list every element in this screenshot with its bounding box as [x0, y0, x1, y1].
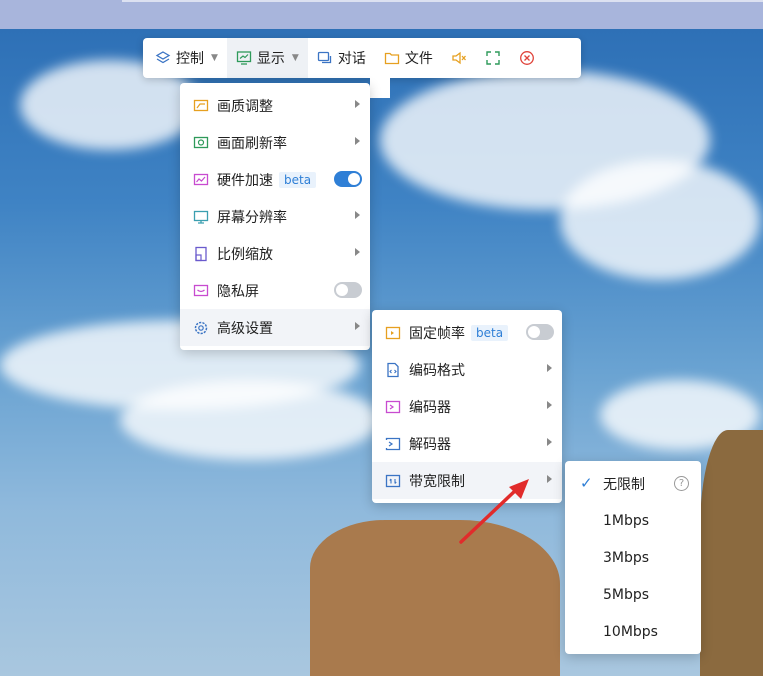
hardware-accel-toggle[interactable]: [334, 171, 362, 187]
chevron-right-icon: [355, 322, 360, 330]
menu-item-fixed-framerate[interactable]: 固定帧率 beta: [372, 314, 562, 351]
chevron-right-icon: [547, 475, 552, 483]
chevron-right-icon: [547, 401, 552, 409]
fixed-framerate-toggle[interactable]: [526, 324, 554, 340]
fullscreen-icon: [485, 50, 501, 66]
menu-item-hardware-accel[interactable]: 硬件加速 beta: [180, 161, 370, 198]
resolution-icon: [193, 209, 209, 225]
picture-quality-icon: [193, 98, 209, 114]
menu-item-encode-format[interactable]: 编码格式: [372, 351, 562, 388]
display-menu-button[interactable]: 显示 ▼: [226, 38, 308, 78]
menu-item-decoder[interactable]: 解码器: [372, 425, 562, 462]
toolbar-connector: [370, 78, 390, 98]
bandwidth-option-1mbps[interactable]: 1Mbps: [565, 502, 701, 539]
chevron-right-icon: [355, 211, 360, 219]
fullscreen-button[interactable]: [476, 38, 510, 78]
fixed-framerate-icon: [385, 325, 401, 341]
annotation-arrow-icon: [459, 479, 529, 544]
layers-icon: [155, 50, 171, 66]
bandwidth-option-10mbps[interactable]: 10Mbps: [565, 613, 701, 650]
encode-format-icon: [385, 362, 401, 378]
remote-toolbar: 控制 ▼ 显示 ▼ 对话 文件: [143, 38, 581, 78]
chat-icon: [317, 50, 333, 66]
control-menu-button[interactable]: 控制 ▼: [143, 38, 227, 78]
beta-badge: beta: [471, 324, 509, 341]
menu-item-resolution[interactable]: 屏幕分辨率: [180, 198, 370, 235]
folder-icon: [384, 50, 400, 66]
decoder-icon: [385, 436, 401, 452]
display-menu: 画质调整 画面刷新率 硬件加速 beta 屏幕分辨率 比例缩放 隐私屏 高级设置: [180, 83, 370, 350]
privacy-screen-icon: [193, 283, 209, 299]
menu-item-privacy-screen[interactable]: 隐私屏: [180, 272, 370, 309]
menu-item-advanced-settings[interactable]: 高级设置: [180, 309, 370, 346]
file-button[interactable]: 文件: [375, 38, 442, 78]
help-icon[interactable]: ?: [674, 476, 689, 491]
menu-item-scale[interactable]: 比例缩放: [180, 235, 370, 272]
menu-item-picture-quality[interactable]: 画质调整: [180, 87, 370, 124]
bandwidth-option-3mbps[interactable]: 3Mbps: [565, 539, 701, 576]
scale-icon: [193, 246, 209, 262]
checkmark-icon: ✓: [580, 474, 593, 492]
chevron-right-icon: [355, 100, 360, 108]
privacy-screen-toggle[interactable]: [334, 282, 362, 298]
menu-item-encoder[interactable]: 编码器: [372, 388, 562, 425]
chevron-right-icon: [355, 137, 360, 145]
encoder-icon: [385, 399, 401, 415]
chevron-right-icon: [547, 438, 552, 446]
settings-gear-icon: [193, 320, 209, 336]
bandwidth-menu: ✓ 无限制 ? 1Mbps 3Mbps 5Mbps 10Mbps: [565, 461, 701, 654]
menu-item-refresh-rate[interactable]: 画面刷新率: [180, 124, 370, 161]
bandwidth-option-unlimited[interactable]: ✓ 无限制 ?: [565, 465, 701, 502]
chevron-down-icon: ▼: [291, 53, 299, 63]
mute-icon: [451, 50, 467, 66]
window-top-bar: [0, 0, 763, 29]
chevron-right-icon: [355, 248, 360, 256]
disconnect-button[interactable]: [510, 38, 544, 78]
beta-badge: beta: [279, 171, 317, 188]
chat-button[interactable]: 对话: [308, 38, 375, 78]
close-circle-icon: [519, 50, 535, 66]
chevron-right-icon: [547, 364, 552, 372]
refresh-rate-icon: [193, 135, 209, 151]
bandwidth-icon: [385, 473, 401, 489]
chevron-down-icon: ▼: [211, 53, 218, 63]
mute-button[interactable]: [442, 38, 476, 78]
monitor-chart-icon: [236, 50, 252, 66]
bandwidth-option-5mbps[interactable]: 5Mbps: [565, 576, 701, 613]
hardware-accel-icon: [193, 172, 209, 188]
